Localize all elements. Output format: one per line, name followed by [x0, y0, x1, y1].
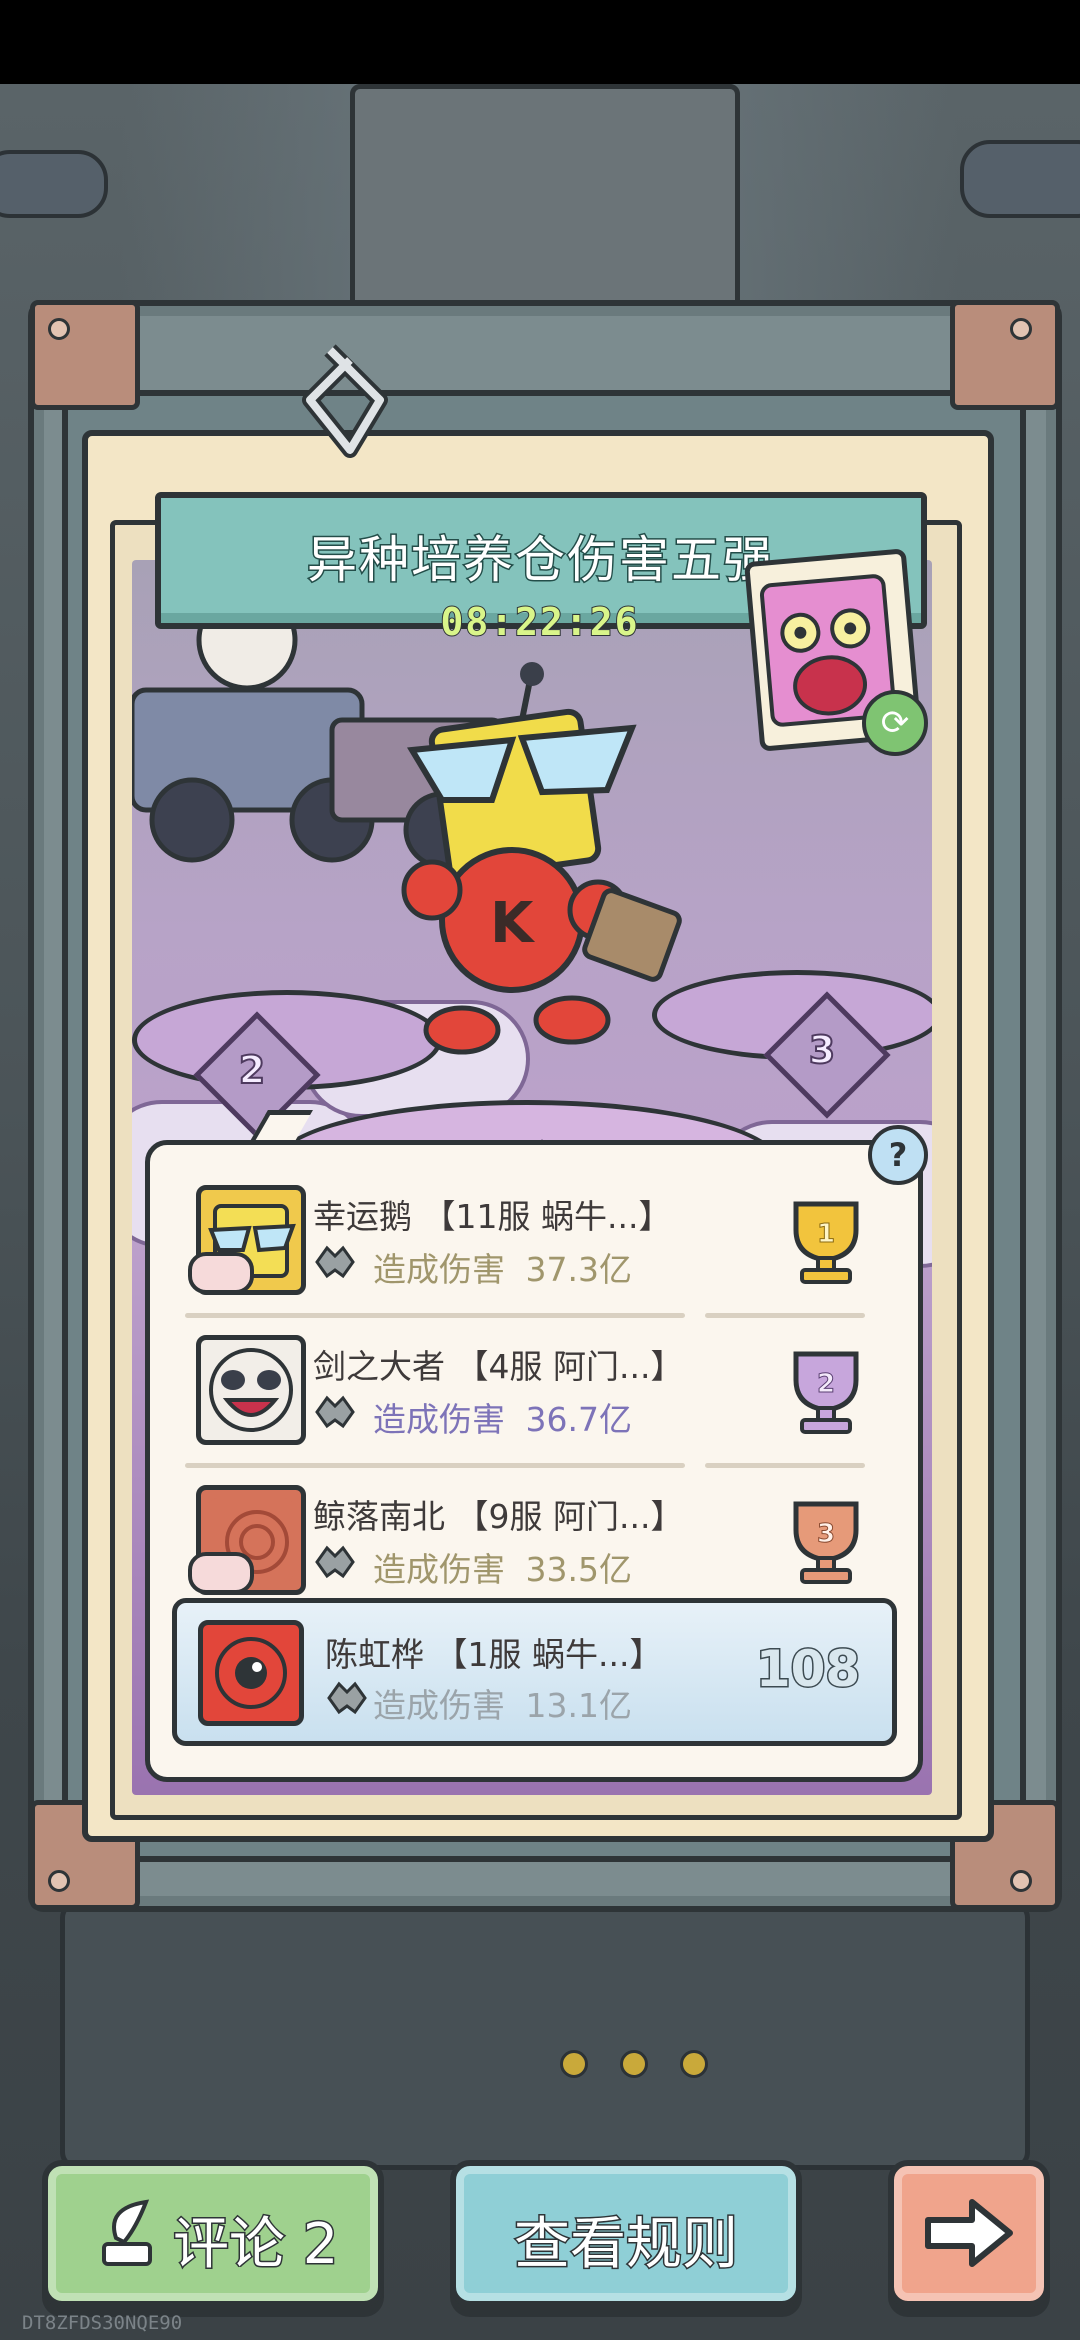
gold-trophy-icon: 1	[793, 1201, 859, 1284]
help-question-icon[interactable]: ?	[868, 1125, 928, 1185]
status-bar	[0, 0, 1080, 84]
damage-label: 造成伤害	[373, 1686, 505, 1725]
corner-bracket	[30, 300, 140, 410]
row-divider	[705, 1463, 865, 1468]
quill-pen-icon	[102, 2199, 152, 2266]
damage-icon	[315, 1245, 355, 1279]
corner-bracket	[950, 300, 1060, 410]
countdown-timer: 08:22:26	[439, 599, 640, 645]
damage-label: 造成伤害	[373, 1250, 505, 1289]
bolt	[1010, 1870, 1032, 1892]
damage-label: 造成伤害	[373, 1400, 505, 1439]
refresh-icon[interactable]: ⟳	[862, 690, 928, 756]
bolt	[1010, 318, 1032, 340]
my-player-name: 陈虹桦 【1服 蜗牛...】	[325, 1635, 663, 1674]
player-name: 剑之大者 【4服 阿门...】	[313, 1347, 684, 1386]
damage-icon	[327, 1681, 367, 1715]
rank-number-3: 3	[808, 1027, 836, 1073]
damage-line: 造成伤害 33.5亿	[373, 1543, 632, 1591]
svg-text:2: 2	[817, 1369, 835, 1399]
ceiling-hatch	[350, 84, 740, 324]
row-divider	[185, 1463, 685, 1468]
background-pipe	[0, 150, 108, 218]
svg-text:1: 1	[817, 1219, 835, 1249]
player-avatar-2[interactable]	[196, 1335, 306, 1445]
damage-label: 造成伤害	[373, 1550, 505, 1589]
watermark-code: DT8ZFDS30NQE90	[22, 2312, 183, 2334]
rules-button-label: 查看规则	[513, 2211, 740, 2279]
paper-clip-icon	[302, 344, 388, 458]
panda-avatar-icon	[209, 1348, 293, 1432]
console-knob	[560, 2050, 588, 2078]
console-knob	[620, 2050, 648, 2078]
arrow-right-icon	[925, 2199, 1013, 2267]
my-avatar[interactable]	[198, 1620, 304, 1726]
damage-value: 37.3亿	[525, 1250, 632, 1289]
eye-badge-icon	[188, 1252, 254, 1294]
next-button[interactable]	[888, 2160, 1050, 2307]
champion-character: K	[401, 662, 682, 1055]
damage-value: 36.7亿	[525, 1400, 632, 1439]
eye-badge-icon	[188, 1552, 254, 1594]
row-divider	[705, 1313, 865, 1318]
damage-line: 造成伤害 13.1亿	[373, 1679, 632, 1727]
damage-icon	[315, 1395, 355, 1429]
comment-button[interactable]: 评论 2	[42, 2160, 384, 2307]
damage-value: 33.5亿	[525, 1550, 632, 1589]
bolt	[48, 318, 70, 340]
console-knob	[680, 2050, 708, 2078]
damage-value: 13.1亿	[525, 1686, 632, 1725]
background-pipe	[960, 140, 1080, 218]
comment-button-label: 评论 2	[171, 2211, 339, 2279]
bronze-trophy-icon: 3	[793, 1501, 859, 1584]
damage-line: 造成伤害 37.3亿	[373, 1243, 632, 1291]
row-divider	[185, 1313, 685, 1318]
rank-number-2: 2	[238, 1047, 266, 1093]
red-eye-avatar-icon	[215, 1637, 287, 1709]
bolt	[48, 1870, 70, 1892]
my-rank-number: 108	[754, 1639, 861, 1700]
player-name: 鲸落南北 【9服 阿门...】	[313, 1497, 684, 1536]
damage-line: 造成伤害 36.7亿	[373, 1393, 632, 1441]
damage-icon	[315, 1545, 355, 1579]
svg-text:3: 3	[817, 1519, 835, 1549]
control-console	[60, 1900, 1030, 2170]
silver-trophy-icon: 2	[793, 1351, 859, 1434]
view-rules-button[interactable]: 查看规则	[450, 2160, 802, 2307]
player-name: 幸运鹅 【11服 蜗牛...】	[313, 1197, 672, 1236]
svg-text:K: K	[490, 891, 536, 956]
